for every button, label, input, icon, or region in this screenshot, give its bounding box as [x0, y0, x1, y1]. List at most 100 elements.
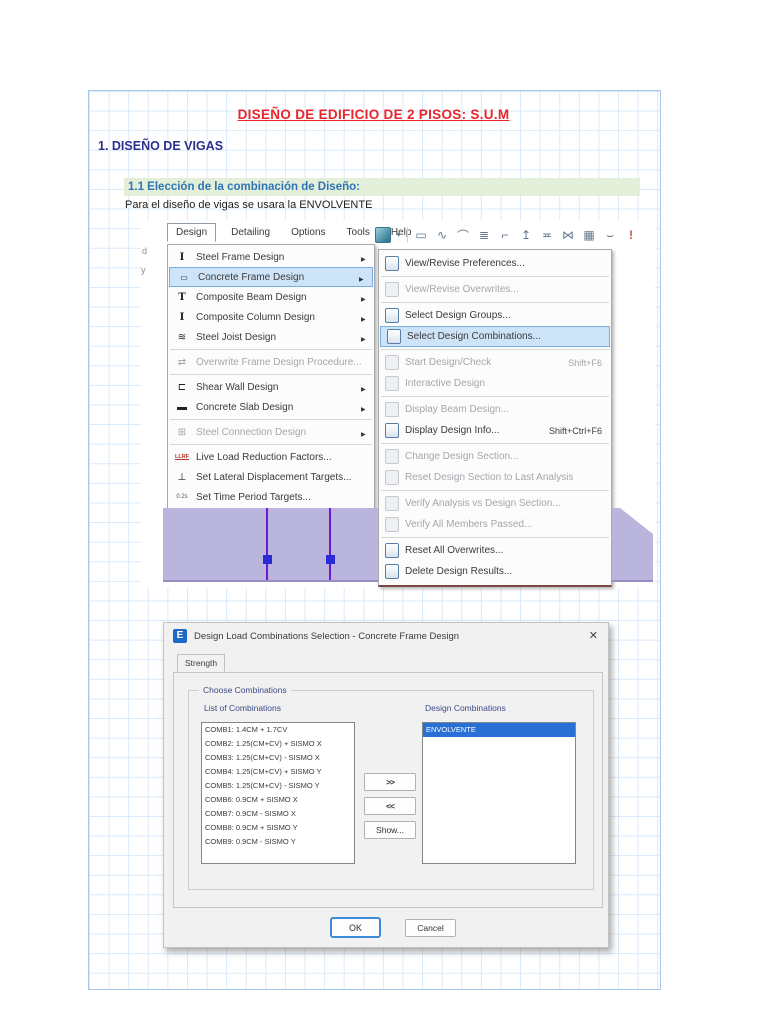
document-title: DISEÑO DE EDIFICIO DE 2 PISOS: S.U.M [237, 107, 510, 122]
design-combinations-label: Design Combinations [425, 703, 506, 713]
submenu-item-start-design-check[interactable]: Start Design/Check Shift+F6 [379, 352, 611, 373]
submenu-item-change-design-section[interactable]: Change Design Section... [379, 446, 611, 467]
beam-icon[interactable]: ≖ [540, 228, 555, 242]
ship-icon[interactable]: ⌣ [603, 228, 618, 243]
show-button[interactable]: Show... [364, 821, 416, 839]
menu-item-set-time-period-targets[interactable]: 0.2s Set Time Period Targets... [168, 487, 374, 507]
display-design-info-icon [385, 423, 399, 438]
dialog-titlebar: E Design Load Combinations Selection - C… [164, 623, 608, 649]
menu-screenshot: d y Design Detailing Options Tools Help … [141, 220, 655, 588]
dropdown-caret-icon[interactable]: ▾ [397, 231, 401, 239]
overwrite-procedure-icon: ⇄ [177, 356, 187, 368]
combo-list-item[interactable]: COMB5: 1.25(CM+CV) - SISMO Y [202, 779, 354, 793]
toolbar: ▾ ▭ ∿ ⌒ ≣ ⌐ ↥ ≖ ⋈ ▦ ⌣ ! [375, 224, 639, 246]
combo-list-item[interactable]: COMB2: 1.25(CM+CV) + SISMO X [202, 737, 354, 751]
combo-list-item[interactable]: COMB7: 0.9CM - SISMO X [202, 807, 354, 821]
list-of-combinations-label: List of Combinations [204, 703, 282, 713]
combo-list-item[interactable]: COMB8: 0.9CM + SISMO Y [202, 821, 354, 835]
draw-spline-icon[interactable]: ∿ [435, 228, 450, 242]
menu-item-shear-wall-design[interactable]: ⊏ Shear Wall Design [168, 377, 374, 397]
menu-item-composite-beam-design[interactable]: T Composite Beam Design [168, 287, 374, 307]
submenu-item-display-design-info[interactable]: Display Design Info... Shift+Ctrl+F6 [379, 420, 611, 441]
close-icon[interactable]: ✕ [589, 629, 598, 642]
grid-line [266, 508, 268, 580]
submenu-item-view-revise-preferences[interactable]: View/Revise Preferences... [379, 253, 611, 274]
joint-node [263, 555, 272, 564]
menu-item-overwrite-frame-design-procedure[interactable]: ⇄ Overwrite Frame Design Procedure... [168, 352, 374, 372]
submenu-item-delete-design-results[interactable]: Delete Design Results... [379, 561, 611, 582]
menu-item-set-lateral-displacement-targets[interactable]: ⊥ Set Lateral Displacement Targets... [168, 467, 374, 487]
submenu-item-select-design-combinations[interactable]: Select Design Combinations... [380, 326, 610, 347]
cancel-button[interactable]: Cancel [405, 919, 456, 937]
menubar-item-detailing[interactable]: Detailing [225, 224, 276, 241]
design-menu: I Steel Frame Design ▭ Concrete Frame De… [167, 244, 375, 510]
combo-list-item[interactable]: COMB3: 1.25(CM+CV) - SISMO X [202, 751, 354, 765]
slab-icon: ▬ [177, 401, 187, 413]
section-heading: 1. DISEÑO DE VIGAS [98, 139, 224, 153]
menu-item-concrete-frame-design[interactable]: ▭ Concrete Frame Design [169, 267, 373, 287]
preferences-icon [385, 256, 399, 271]
menu-item-steel-joist-design[interactable]: ≋ Steel Joist Design [168, 327, 374, 347]
submenu-arrow-icon [361, 328, 374, 346]
menu-separator [170, 419, 372, 420]
menu-item-steel-frame-design[interactable]: I Steel Frame Design [168, 247, 374, 267]
start-design-icon [385, 355, 399, 370]
body-text: Para el diseño de vigas se usara la ENVO… [125, 199, 373, 211]
menu-item-steel-connection-design[interactable]: ⊞ Steel Connection Design [168, 422, 374, 442]
verify-members-icon [385, 517, 399, 532]
design-load-combinations-dialog: E Design Load Combinations Selection - C… [163, 622, 609, 948]
submenu-item-display-beam-design[interactable]: Display Beam Design... [379, 399, 611, 420]
design-combinations-listbox[interactable]: ENVOLVENTE [422, 722, 576, 864]
submenu-arrow-icon [361, 423, 374, 441]
submenu-item-verify-analysis-vs-design[interactable]: Verify Analysis vs Design Section... [379, 493, 611, 514]
draw-rect-icon[interactable]: ▭ [414, 228, 429, 242]
design-groups-icon [385, 308, 399, 323]
ok-button[interactable]: OK [330, 917, 381, 938]
menubar-item-tools[interactable]: Tools [341, 224, 376, 241]
submenu-item-verify-all-members-passed[interactable]: Verify All Members Passed... [379, 514, 611, 535]
combinations-listbox[interactable]: COMB1: 1.4CM + 1.7CV COMB2: 1.25(CM+CV) … [201, 722, 355, 864]
tab-strength[interactable]: Strength [177, 654, 226, 672]
combo-list-item[interactable]: COMB4: 1.25(CM+CV) + SISMO Y [202, 765, 354, 779]
frame-props-icon[interactable]: ⌐ [498, 228, 513, 242]
submenu-item-interactive-design[interactable]: Interactive Design [379, 373, 611, 394]
verify-analysis-icon [385, 496, 399, 511]
overwrites-icon [385, 282, 399, 297]
interactive-design-icon [385, 376, 399, 391]
submenu-item-reset-design-section[interactable]: Reset Design Section to Last Analysis [379, 467, 611, 488]
wall-icon[interactable]: ▦ [582, 228, 597, 242]
view-cube-icon[interactable] [375, 227, 391, 243]
submenu-arrow-icon [361, 378, 374, 396]
truss-icon[interactable]: ⋈ [561, 228, 576, 242]
menu-item-concrete-slab-design[interactable]: ▬ Concrete Slab Design [168, 397, 374, 417]
shear-wall-icon: ⊏ [177, 381, 187, 393]
concrete-frame-icon: ▭ [180, 272, 188, 282]
move-left-button[interactable]: << [364, 797, 416, 815]
combo-list-item[interactable]: COMB1: 1.4CM + 1.7CV [202, 723, 354, 737]
submenu-item-view-revise-overwrites[interactable]: View/Revise Overwrites... [379, 279, 611, 300]
column-icon: I [179, 311, 185, 323]
menu-item-composite-column-design[interactable]: I Composite Column Design [168, 307, 374, 327]
extrude-frame-icon[interactable]: ⌒ [456, 227, 471, 244]
toolbar-separator [406, 227, 408, 243]
menu-separator [381, 276, 609, 277]
warning-icon[interactable]: ! [624, 228, 639, 242]
design-combinations-icon [387, 329, 401, 344]
design-combo-item-selected[interactable]: ENVOLVENTE [423, 723, 575, 737]
subsection-heading: 1.1 Elección de la combinación de Diseño… [124, 178, 640, 196]
move-right-button[interactable]: >> [364, 773, 416, 791]
combo-list-item[interactable]: COMB6: 0.9CM + SISMO X [202, 793, 354, 807]
joist-icon: ≋ [177, 331, 187, 343]
extrude-area-icon[interactable]: ≣ [477, 228, 492, 242]
menu-item-live-load-reduction-factors[interactable]: LLRF Live Load Reduction Factors... [168, 447, 374, 467]
menu-separator [170, 349, 372, 350]
support-icon[interactable]: ↥ [519, 228, 534, 242]
t-beam-icon: T [178, 291, 186, 303]
menubar-item-design[interactable]: Design [167, 223, 217, 242]
submenu-item-select-design-groups[interactable]: Select Design Groups... [379, 305, 611, 326]
submenu-item-reset-all-overwrites[interactable]: Reset All Overwrites... [379, 540, 611, 561]
submenu-arrow-icon [359, 268, 372, 286]
submenu-arrow-icon [361, 248, 374, 266]
menubar-item-options[interactable]: Options [285, 224, 331, 241]
combo-list-item[interactable]: COMB9: 0.9CM - SISMO Y [202, 835, 354, 849]
